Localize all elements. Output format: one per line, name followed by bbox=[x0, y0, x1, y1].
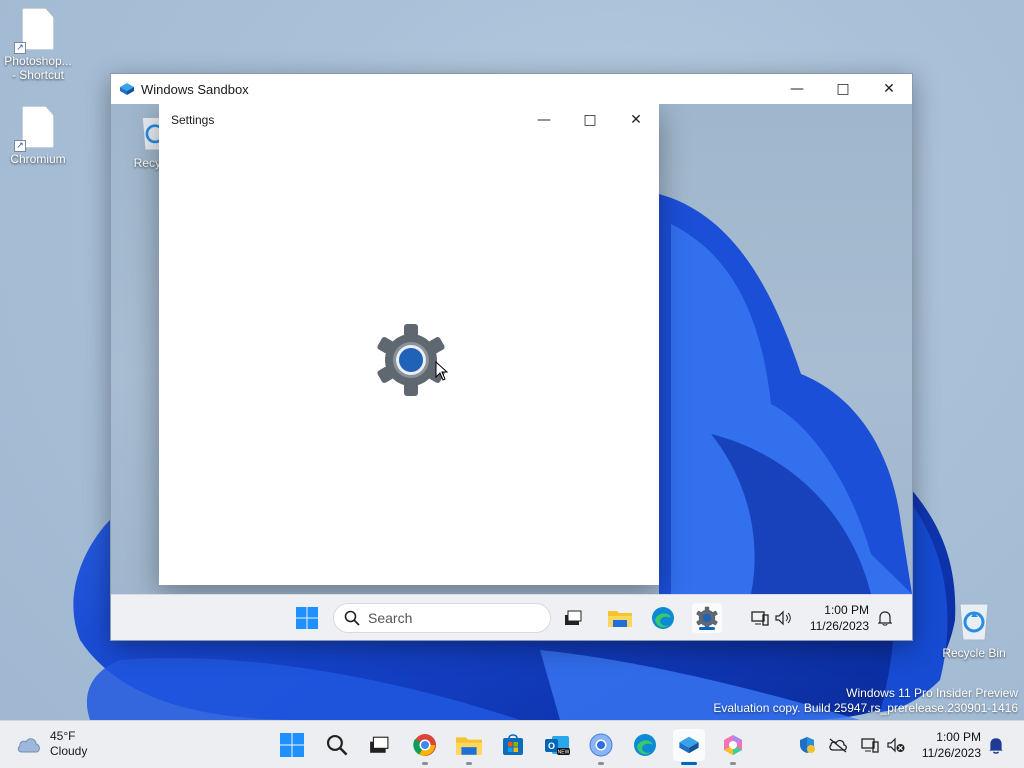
speaker-muted-icon bbox=[887, 737, 905, 753]
chrome-icon bbox=[413, 734, 436, 756]
notifications-button[interactable] bbox=[981, 730, 1011, 760]
security-button[interactable] bbox=[792, 730, 822, 760]
desktop-icon-label: Recycle Bin bbox=[942, 646, 1006, 660]
desktop-icon-label: Chromium bbox=[10, 152, 66, 166]
search-button[interactable] bbox=[322, 730, 352, 760]
desktop-icon-photoshop-shortcut[interactable]: ↗ Photoshop... - Shortcut bbox=[0, 8, 76, 82]
folder-icon bbox=[608, 611, 632, 627]
taskbar-clock[interactable]: 1:00 PM 11/26/2023 bbox=[908, 729, 981, 761]
svg-text:NEW: NEW bbox=[558, 750, 570, 756]
copilot-button[interactable] bbox=[718, 730, 748, 765]
running-indicator bbox=[598, 762, 604, 765]
edge-button[interactable] bbox=[648, 603, 678, 633]
taskbar-search[interactable]: Search bbox=[333, 603, 551, 633]
taskbar: 45°F Cloudy O NEW 1:00 PM 11/26/2023 bbox=[0, 720, 1024, 768]
file-icon bbox=[22, 8, 54, 50]
weather-condition: Cloudy bbox=[50, 744, 88, 758]
chrome-button[interactable] bbox=[410, 730, 440, 765]
chromium-icon bbox=[589, 733, 613, 757]
onedrive-button[interactable] bbox=[823, 730, 853, 760]
sandbox-icon bbox=[120, 83, 134, 95]
sandbox-taskbar: Search 1:00 PM 11/26/2023 bbox=[111, 594, 912, 640]
sandbox-screen[interactable]: Recycle Settings — □ ✕ Search 1:00 PM 11… bbox=[111, 104, 912, 640]
search-placeholder: Search bbox=[368, 610, 413, 626]
svg-text:O: O bbox=[548, 741, 555, 751]
volume-button[interactable] bbox=[881, 730, 911, 760]
folder-icon bbox=[456, 737, 482, 755]
edge-icon bbox=[652, 607, 674, 629]
chromium-button[interactable] bbox=[586, 730, 616, 765]
sandbox-clock[interactable]: 1:00 PM 11/26/2023 bbox=[799, 602, 869, 634]
shortcut-arrow-icon: ↗ bbox=[14, 42, 26, 54]
task-view-button[interactable] bbox=[558, 603, 588, 633]
desktop-icon-chromium[interactable]: ↗ Chromium bbox=[0, 106, 76, 166]
cloud-icon bbox=[17, 738, 40, 753]
task-view-icon bbox=[370, 736, 389, 753]
settings-titlebar[interactable]: Settings — □ ✕ bbox=[159, 104, 659, 136]
settings-gear-icon bbox=[377, 324, 445, 396]
window-title: Windows Sandbox bbox=[141, 81, 249, 97]
bell-icon bbox=[989, 738, 1003, 754]
cloud-offline-icon bbox=[829, 738, 847, 753]
running-indicator bbox=[466, 762, 472, 765]
store-icon bbox=[503, 734, 523, 755]
active-indicator bbox=[699, 627, 715, 630]
evaluation-watermark: Windows 11 Pro Insider Preview Evaluatio… bbox=[713, 686, 1018, 716]
clock-time: 1:00 PM bbox=[824, 603, 869, 617]
clock-time: 1:00 PM bbox=[936, 730, 981, 744]
desktop-icon-label: Photoshop... - Shortcut bbox=[4, 54, 72, 82]
volume-button[interactable] bbox=[768, 603, 798, 633]
task-view-icon bbox=[565, 610, 582, 625]
weather-temperature: 45°F bbox=[50, 729, 76, 743]
sandbox-window: Windows Sandbox — □ ✕ Recycle Settings —… bbox=[110, 73, 913, 641]
settings-taskbar-button[interactable] bbox=[692, 603, 722, 633]
file-icon bbox=[22, 106, 54, 148]
speaker-icon bbox=[775, 610, 791, 626]
network-icon bbox=[751, 611, 769, 626]
watermark-line-2: Evaluation copy. Build 25947.rs_prerelea… bbox=[713, 701, 1018, 715]
store-button[interactable] bbox=[498, 730, 528, 760]
search-icon bbox=[344, 610, 360, 626]
recycle-bin-icon bbox=[959, 603, 989, 641]
windows-logo-icon bbox=[280, 733, 304, 757]
file-explorer-button[interactable] bbox=[454, 730, 484, 765]
shield-icon bbox=[800, 737, 815, 753]
search-icon bbox=[326, 734, 348, 756]
outlook-icon: O NEW bbox=[545, 736, 570, 756]
outlook-new-button[interactable]: O NEW bbox=[542, 730, 572, 760]
settings-window: Settings — □ ✕ bbox=[159, 104, 659, 585]
desktop-icon-recycle-bin[interactable]: Recycle Bin bbox=[936, 598, 1012, 660]
watermark-line-1: Windows 11 Pro Insider Preview bbox=[846, 686, 1018, 700]
start-button[interactable] bbox=[277, 730, 307, 760]
minimize-button[interactable]: — bbox=[521, 104, 567, 136]
task-view-button[interactable] bbox=[364, 730, 394, 760]
clock-date: 11/26/2023 bbox=[809, 619, 869, 633]
edge-icon bbox=[634, 734, 656, 756]
notifications-button[interactable] bbox=[870, 603, 900, 633]
sandbox-icon bbox=[679, 736, 699, 754]
close-button[interactable]: ✕ bbox=[866, 74, 912, 104]
windows-logo-icon bbox=[296, 607, 318, 629]
clock-date: 11/26/2023 bbox=[921, 746, 981, 760]
running-indicator bbox=[422, 762, 428, 765]
sandbox-titlebar[interactable]: Windows Sandbox — □ ✕ bbox=[111, 74, 912, 104]
weather-widget[interactable]: 45°F Cloudy bbox=[16, 729, 87, 759]
network-icon bbox=[861, 738, 879, 753]
windows-sandbox-button[interactable] bbox=[673, 729, 705, 765]
maximize-button[interactable]: □ bbox=[567, 104, 613, 136]
file-explorer-button[interactable] bbox=[605, 603, 635, 633]
window-title: Settings bbox=[171, 113, 215, 127]
mouse-cursor-icon bbox=[435, 361, 449, 381]
active-indicator bbox=[681, 762, 697, 765]
maximize-button[interactable]: □ bbox=[820, 74, 866, 104]
copilot-icon bbox=[724, 735, 742, 755]
shortcut-arrow-icon: ↗ bbox=[14, 140, 26, 152]
bell-icon bbox=[878, 611, 892, 626]
minimize-button[interactable]: — bbox=[774, 74, 820, 104]
start-button[interactable] bbox=[292, 603, 322, 633]
running-indicator bbox=[730, 762, 736, 765]
edge-button[interactable] bbox=[630, 730, 660, 760]
close-button[interactable]: ✕ bbox=[613, 104, 659, 136]
